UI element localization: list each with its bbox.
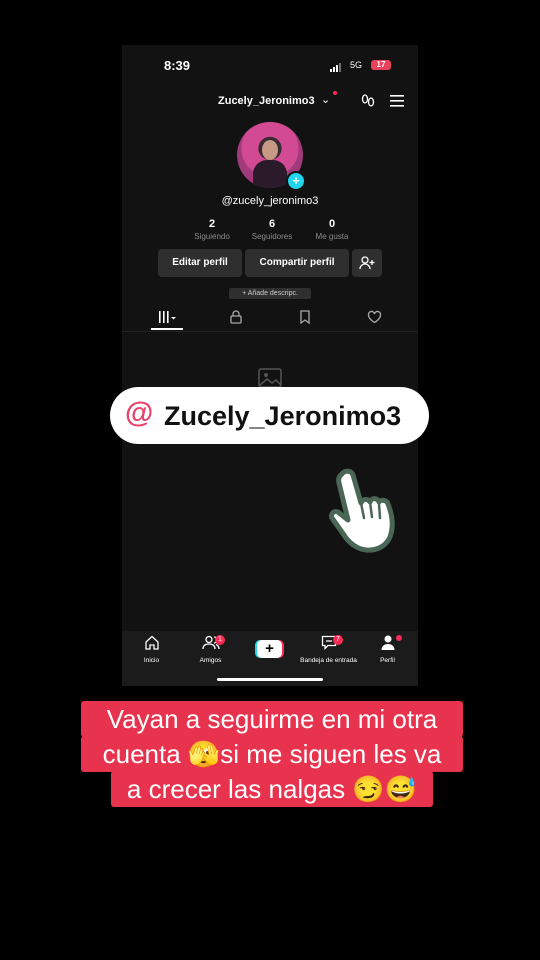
caption-line-3: a crecer las nalgas 😏😅: [111, 771, 433, 807]
battery-icon: 17: [371, 60, 391, 70]
nav-friends[interactable]: Amigos 1: [181, 635, 240, 664]
profile-tabs: [122, 307, 418, 332]
phone-screen: 8:39 5G 17 Zucely_Jeronimo3 ⌄ + @zucely_…: [122, 45, 418, 686]
footprints-icon[interactable]: [360, 93, 376, 109]
stat-label: Me gusta: [315, 232, 349, 241]
network-label: 5G: [350, 60, 363, 70]
bookmark-icon: [300, 310, 310, 325]
inbox-badge: 7: [333, 635, 343, 645]
stat-value: 6: [268, 218, 276, 230]
caption-line-2: cuenta 🫣si me siguen les va: [81, 736, 463, 772]
signal-icon: [330, 63, 341, 72]
notification-dot: [333, 91, 337, 95]
stat-value: 2: [208, 218, 216, 230]
home-icon: [144, 635, 159, 650]
tab-videos[interactable]: [130, 307, 204, 330]
stat-likes[interactable]: 0 Me gusta: [302, 218, 362, 241]
status-time: 8:39: [164, 58, 191, 73]
stat-label: Seguidores: [251, 232, 293, 241]
profile-dot: [396, 635, 402, 641]
nav-home[interactable]: Inicio: [122, 635, 181, 664]
sticker-username: Zucely_Jeronimo3: [164, 401, 402, 431]
tab-liked[interactable]: [337, 307, 411, 329]
add-user-icon: [359, 256, 375, 270]
nav-label: Amigos: [199, 657, 222, 664]
edit-profile-button[interactable]: Editar perfil: [158, 249, 242, 277]
stat-value: 0: [328, 218, 336, 230]
nav-label: Inicio: [143, 657, 160, 664]
nav-label: Bandeja de entrada: [300, 657, 357, 664]
status-bar: 8:39 5G 17: [122, 45, 418, 85]
stat-following[interactable]: 2 Siguiendo: [182, 218, 242, 241]
stat-label: Siguiendo: [194, 232, 230, 241]
menu-icon[interactable]: [390, 95, 404, 107]
caption-line-1: Vayan a seguirme en mi otra: [81, 701, 463, 737]
add-story-icon[interactable]: +: [286, 171, 306, 191]
nav-profile[interactable]: Perfil: [358, 635, 417, 664]
account-switcher[interactable]: Zucely_Jeronimo3: [218, 95, 315, 107]
share-profile-button[interactable]: Compartir perfil: [245, 249, 349, 277]
add-friend-button[interactable]: [352, 249, 382, 277]
profile-stats: 2 Siguiendo 6 Seguidores 0 Me gusta: [182, 218, 362, 246]
profile-icon: [381, 635, 394, 650]
user-handle: @zucely_jeronimo3: [221, 195, 319, 207]
stat-followers[interactable]: 6 Seguidores: [242, 218, 302, 241]
create-icon: +: [255, 640, 284, 658]
nav-inbox[interactable]: Bandeja de entrada 7: [299, 635, 358, 664]
username-sticker: @ Zucely_Jeronimo3: [110, 387, 429, 444]
home-indicator: [217, 678, 323, 681]
chevron-down-icon[interactable]: ⌄: [321, 93, 330, 106]
tab-private[interactable]: [199, 307, 273, 329]
friends-badge: 1: [215, 635, 225, 645]
at-symbol: @: [125, 397, 154, 429]
tab-saved[interactable]: [268, 307, 342, 329]
lock-icon: [230, 310, 242, 324]
nav-label: Perfil: [380, 657, 395, 664]
videos-grid-icon: [159, 311, 176, 323]
pointing-hand-icon: [329, 468, 395, 553]
add-description-button[interactable]: + Añade descripc.: [229, 288, 311, 299]
profile-header: Zucely_Jeronimo3 ⌄: [122, 91, 418, 113]
liked-heart-icon: [367, 310, 381, 324]
